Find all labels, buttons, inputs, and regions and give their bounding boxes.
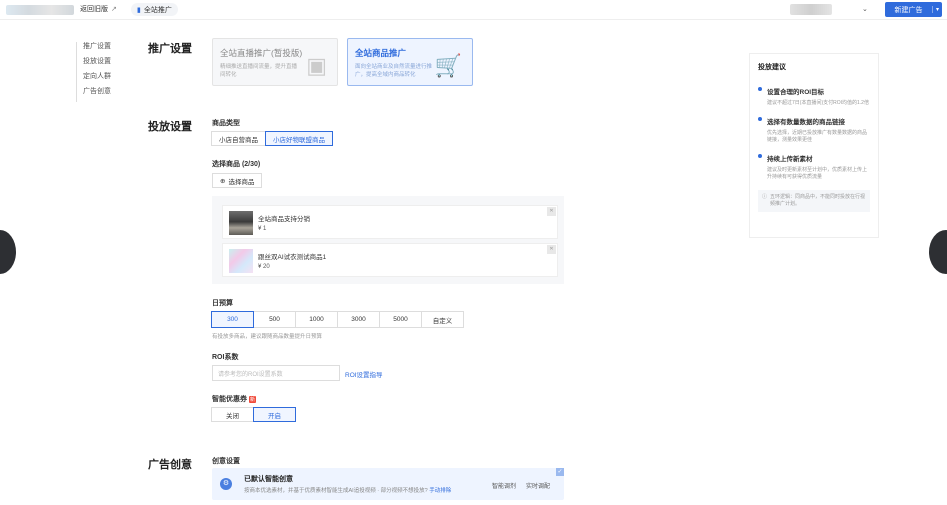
scroll-right-button[interactable] [929,230,947,274]
roi-input[interactable]: 请参考您的ROI设置系数 [212,365,340,381]
goods-name: 跟丝双AI试衣测试商品1 [258,254,327,261]
logo [6,5,74,15]
new-badge: 新 [249,396,257,403]
back-to-old-version-link[interactable]: 返回旧版 ↗ [80,4,117,14]
goods-name: 全站商品支持分销 [258,216,310,223]
budget-option-300[interactable]: 300 [211,311,254,328]
creative-mode-smart[interactable]: 智能调剂 [492,481,516,490]
promo-card-live[interactable]: 全站直播推广(暂投版) 精细推送直播间流量，提升直播间转化 ▣ [212,38,338,86]
select-goods-button[interactable]: ⊕ 选择商品 [212,173,263,188]
new-ad-button[interactable]: 新建广告 ▾ [885,2,942,17]
creative-mode-realtime[interactable]: 实时调配 [526,481,550,490]
anchor-nav-item-creative[interactable]: 广告创意 [83,87,111,102]
tip-item: 设置合理的ROI目标 建议不超过7日(本直播间)支付ROI均值的1.2倍 [758,86,870,107]
goods-price: ¥ 20 [258,264,270,270]
anchor-nav-item-promo[interactable]: 推广设置 [83,42,111,57]
tip-desc: 优先选择，近期已投放推广有数量数据的商品链接，测量效果更佳 [767,130,868,143]
bullet-icon [758,87,762,91]
roi-guide-link[interactable]: ROI设置指导 [345,369,383,379]
remove-icon[interactable]: ✕ [547,207,556,216]
plus-circle-icon: ⊕ [220,177,226,185]
coupon-label-text: 智能优惠券 [212,396,247,403]
tip-item: 持续上传新素材 建议及时更新素材至计划中，优质素材上传上升持续有可获得优质流量 [758,153,870,181]
promo-card-desc: 面向全站商业及自然流量进行推广，提高全域内商品转化 [355,64,433,78]
goods-thumbnail [229,249,253,273]
coupon-option-off[interactable]: 关闭 [211,407,254,422]
product-type-option-own[interactable]: 小店自营商品 [211,131,266,146]
tip-title: 选择有数量数据的商品链接 [767,119,845,126]
user-avatar[interactable] [790,4,832,15]
smart-creative-card[interactable]: ⚙ 已默认智能创意 按商本优选素材，并基于优质素材智能生成AI追投视频 · 部分… [212,468,564,500]
scroll-left-button[interactable] [0,230,16,274]
goods-item: 全站商品支持分销 ¥ 1 ✕ [222,205,558,239]
delivery-tips-panel: 投放建议 设置合理的ROI目标 建议不超过7日(本直播间)支付ROI均值的1.2… [749,53,879,238]
chevron-down-icon[interactable]: ⌄ [862,5,868,13]
budget-group: 300 500 1000 3000 5000 自定义 [211,311,464,328]
product-type-option-alliance[interactable]: 小店好物联盟商品 [265,131,333,146]
checkmark-icon: ✓ [556,468,564,476]
chevron-down-icon[interactable]: ▾ [932,6,942,13]
section-title-delivery: 投放设置 [148,121,192,133]
creative-settings-label: 创意设置 [212,458,240,465]
tip-title: 持续上传新素材 [767,156,813,163]
smart-creative-desc-text: 按商本优选素材，并基于优质素材智能生成AI追投视频 · 部分视频不想投放? [244,488,428,494]
select-goods-label: 选择商品 (2/30) [212,161,261,168]
goods-price: ¥ 1 [258,226,267,232]
budget-option-500[interactable]: 500 [253,311,296,328]
promo-card-desc: 精细推送直播间流量，提升直播间转化 [220,64,298,78]
bar-chart-icon: ▮ [137,6,141,14]
external-link-icon: ↗ [111,6,117,13]
tips-note-text: 五环逻辑：同商品中，不能同时投放在行视频推广计划。 [770,194,866,207]
budget-option-3000[interactable]: 3000 [337,311,380,328]
budget-option-5000[interactable]: 5000 [379,311,422,328]
anchor-nav-item-delivery[interactable]: 投放设置 [83,57,111,72]
tips-note: ⓘ 五环逻辑：同商品中，不能同时投放在行视频推广计划。 [758,190,870,212]
camera-icon: ▣ [306,53,327,78]
new-ad-label: 新建广告 [894,6,923,14]
info-icon: ⓘ [762,194,768,200]
roi-label: ROI系数 [212,354,239,361]
budget-hint: 有投放多商品，建议跟随商品数量提升日预算 [212,334,323,340]
goods-thumbnail [229,211,253,235]
anchor-nav: 推广设置 投放设置 定向人群 广告创意 [76,42,111,102]
coupon-toggle-group: 关闭 开启 [211,407,296,422]
select-goods-button-label: 选择商品 [228,178,255,186]
anchor-nav-item-targeting[interactable]: 定向人群 [83,72,111,87]
back-label: 返回旧版 [80,6,108,13]
smart-creative-title: 已默认智能创意 [244,476,293,483]
tip-desc: 建议不超过7日(本直播间)支付ROI均值的1.2倍 [767,100,869,106]
roi-input-placeholder: 请参考您的ROI设置系数 [218,371,283,378]
bullet-icon [758,117,762,121]
section-title-promo: 推广设置 [148,43,192,55]
tip-title: 设置合理的ROI目标 [767,89,825,96]
tip-item: 选择有数量数据的商品链接 优先选择，近期已投放推广有数量数据的商品链接，测量效果… [758,116,870,144]
manual-exclude-link[interactable]: 手动排除 [429,488,451,494]
goods-item: 跟丝双AI试衣测试商品1 ¥ 20 ✕ [222,243,558,277]
nav-pill-site-promotion[interactable]: ▮ 全站推广 [131,3,178,16]
section-title-creative: 广告创意 [148,459,192,471]
shopping-cart-icon: 🛒 [434,53,462,78]
coupon-option-on[interactable]: 开启 [253,407,296,422]
top-bar: 返回旧版 ↗ ▮ 全站推广 ⌄ 新建广告 ▾ [0,0,947,20]
product-type-label: 商品类型 [212,120,240,127]
tip-desc: 建议及时更新素材至计划中，优质素材上传上升持续有可获得优质流量 [767,167,868,180]
selected-goods-panel: 全站商品支持分销 ¥ 1 ✕ 跟丝双AI试衣测试商品1 ¥ 20 ✕ [212,196,564,284]
product-type-group: 小店自营商品 小店好物联盟商品 [211,131,333,146]
coupon-label: 智能优惠券新 [212,394,257,404]
bullet-icon [758,154,762,158]
remove-icon[interactable]: ✕ [547,245,556,254]
budget-option-custom[interactable]: 自定义 [421,311,464,328]
nav-pill-label: 全站推广 [143,6,172,14]
budget-label: 日预算 [212,300,233,307]
promo-card-goods[interactable]: 全站商品推广 面向全站商业及自然流量进行推广，提高全域内商品转化 🛒 [347,38,473,86]
smart-creative-desc: 按商本优选素材，并基于优质素材智能生成AI追投视频 · 部分视频不想投放? 手动… [244,486,451,494]
budget-option-1000[interactable]: 1000 [295,311,338,328]
smart-creative-icon: ⚙ [220,478,232,490]
tips-title: 投放建议 [758,64,786,71]
